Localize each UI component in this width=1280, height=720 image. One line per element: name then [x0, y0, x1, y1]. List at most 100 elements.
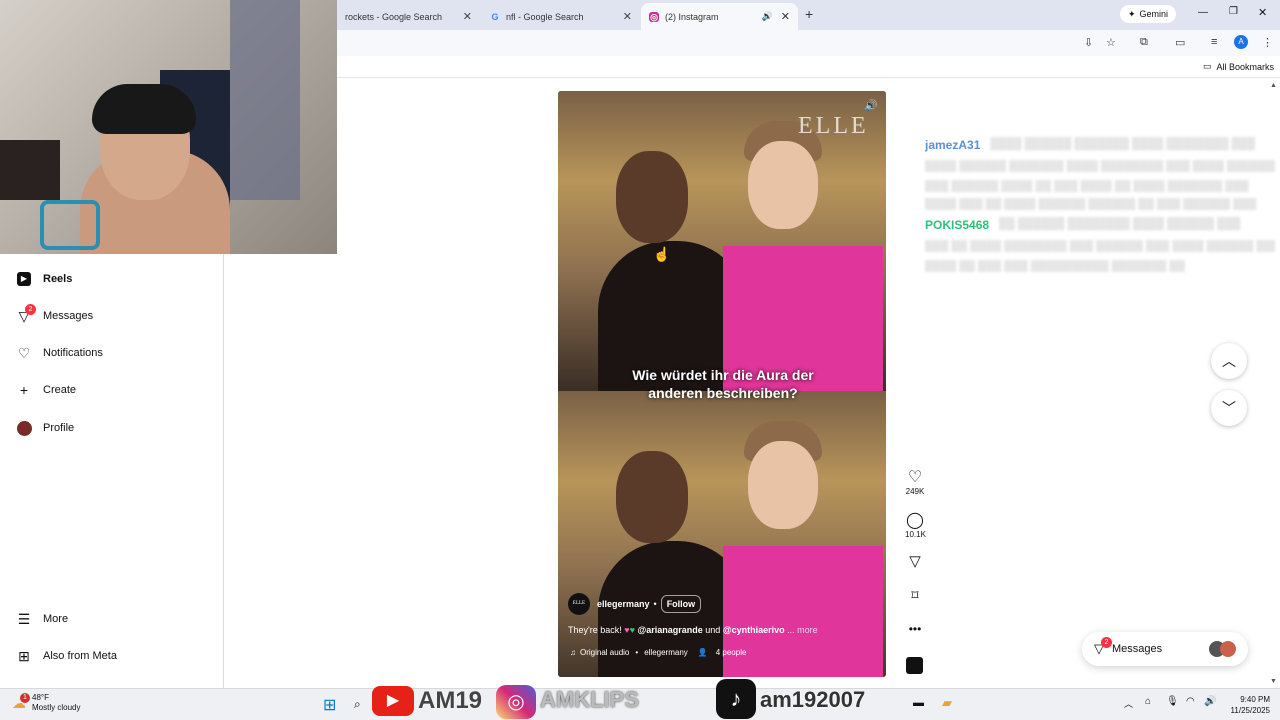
mouse-cursor-icon: ☝: [653, 246, 671, 262]
sidebar-item-notifications[interactable]: ♡ Notifications: [16, 345, 103, 361]
video-subtitle: Wie würdet ihr die Aura der anderen besc…: [598, 366, 848, 402]
audio-account[interactable]: ellegermany: [644, 648, 688, 657]
tagged-people[interactable]: 4 people: [716, 648, 747, 657]
maximize-icon[interactable]: ❐: [1229, 6, 1238, 17]
sidepanel-icon[interactable]: ▭: [1175, 36, 1185, 49]
bookmark-icon[interactable]: ⌑: [905, 587, 925, 604]
window-close-icon[interactable]: ✕: [1258, 6, 1267, 19]
tab-rockets-search[interactable]: rockets - Google Search ✕: [337, 3, 480, 30]
sidebar-item-label: Notifications: [43, 347, 103, 359]
wifi-icon[interactable]: ◠: [1186, 696, 1195, 707]
audio-label[interactable]: Original audio: [580, 648, 629, 657]
music-note-icon: ♫: [570, 648, 576, 657]
subtitle-line: Wie würdet ihr die Aura der: [632, 367, 814, 383]
caption-mention[interactable]: @cynthiaerivo: [723, 625, 785, 635]
sidebar-item-label: Reels: [43, 273, 73, 285]
tab-instagram[interactable]: ◎ (2) Instagram 🔊 ✕: [641, 3, 798, 30]
search-icon[interactable]: ⌕: [354, 697, 361, 712]
curtain: [230, 0, 300, 200]
person-right-head: [748, 441, 818, 529]
chat-message: POKIS5468 ██ ██████ ████████ ████ ██████…: [925, 218, 1275, 232]
messages-icon: ▽ 2: [16, 304, 36, 324]
sidebar-item-label: Also from Meta: [43, 650, 117, 662]
file-explorer-icon[interactable]: ▰: [942, 695, 952, 711]
chat-text-blurred: ████ ██ ███ ███ ██████████ ███████ ██: [925, 260, 1185, 272]
star-icon[interactable]: ☆: [1106, 36, 1116, 49]
audio-thumbnail[interactable]: [906, 657, 923, 674]
close-icon[interactable]: ✕: [463, 10, 472, 23]
caption-mention[interactable]: @arianagrande: [637, 625, 702, 635]
volume-icon[interactable]: 🔊: [1204, 696, 1216, 707]
heart-icon: ♡: [17, 344, 31, 361]
bonnet: [92, 84, 196, 134]
instagram-icon: ◎: [649, 11, 659, 22]
like-button[interactable]: ♡ 249K: [905, 467, 925, 496]
reel-account-row: ELLE ellegermany • Follow: [568, 593, 702, 615]
youtube-icon: ▶: [372, 686, 414, 716]
gemini-button[interactable]: ✦ Gemini: [1120, 5, 1177, 23]
profile-avatar[interactable]: A: [1234, 35, 1248, 49]
person-left-head: [616, 151, 688, 243]
reel-video[interactable]: ELLE 🔊 Wie würdet ihr die Aura der ander…: [558, 91, 886, 677]
messages-pill[interactable]: ▽ 2 Messages: [1082, 632, 1248, 666]
scroll-up-icon[interactable]: ▲: [1270, 82, 1277, 89]
instagram-icon: ◎: [496, 685, 536, 719]
scroll-down-icon[interactable]: ▼: [1270, 678, 1277, 685]
new-tab-icon[interactable]: +: [805, 6, 813, 22]
chat-text-blurred: ████ ███ ██ ████ ██████ ██████ ██ ███ ██…: [925, 198, 1257, 210]
follow-button[interactable]: Follow: [660, 595, 702, 613]
terminal-icon[interactable]: ▬: [913, 697, 924, 709]
chat-username: POKIS5468: [925, 218, 990, 232]
weather-widget[interactable]: ☁ 1 48°F Mostly cloudy: [12, 692, 81, 713]
reels-icon: ▶: [16, 271, 32, 287]
next-reel-button[interactable]: ﹀: [1211, 390, 1247, 426]
sidebar-item-profile[interactable]: Profile: [16, 420, 74, 436]
sidebar-item-more[interactable]: ☰ More: [16, 611, 68, 627]
notification-badge: 2: [1101, 637, 1112, 648]
more-options-icon[interactable]: •••: [905, 622, 925, 636]
tab-title: (2) Instagram: [665, 11, 719, 22]
sidebar-item-messages[interactable]: ▽ 2 Messages: [16, 304, 93, 324]
windows-start-icon[interactable]: ⊞: [323, 695, 336, 715]
speaker-icon[interactable]: 🔊: [762, 11, 773, 22]
separator-dot: •: [653, 599, 657, 609]
clock[interactable]: 9:40 PM 11/25/2025: [1222, 694, 1270, 716]
tab-nfl-search[interactable]: G nfl - Google Search ✕: [482, 3, 640, 30]
volume-icon[interactable]: 🔊: [864, 99, 878, 112]
messages-icon: ▽ 2: [1094, 637, 1112, 657]
sidebar-item-reels[interactable]: ▶ Reels: [16, 271, 72, 287]
google-icon: G: [491, 11, 499, 22]
avatar-stack: [1209, 641, 1236, 657]
media-icon[interactable]: ≡: [1211, 36, 1217, 48]
close-icon[interactable]: ✕: [781, 10, 790, 23]
caption-text: und: [705, 625, 721, 635]
account-name[interactable]: ellegermany: [597, 599, 650, 609]
sidebar-item-create[interactable]: + Create: [16, 382, 76, 398]
extensions-icon[interactable]: ⧉: [1140, 36, 1148, 49]
microphone-icon[interactable]: 🎙: [1166, 696, 1179, 707]
all-bookmarks-button[interactable]: ▭ All Bookmarks: [1203, 61, 1274, 72]
install-icon[interactable]: ⇩: [1084, 36, 1093, 49]
previous-reel-button[interactable]: ︿: [1211, 343, 1247, 379]
like-count: 249K: [905, 487, 925, 496]
account-avatar[interactable]: ELLE: [568, 593, 590, 615]
nightstand: [0, 140, 60, 200]
chat-text-blurred: ███ ██████ ████ ██ ███ ████ ██ ████ ████…: [925, 180, 1249, 192]
all-bookmarks-label: All Bookmarks: [1216, 61, 1275, 72]
kebab-menu-icon[interactable]: ⋮: [1262, 36, 1273, 49]
caption-more-link[interactable]: ... more: [787, 625, 818, 635]
folder-icon: ▭: [1203, 61, 1212, 71]
share-icon[interactable]: ▽: [905, 552, 925, 570]
heart-icon: ♡: [907, 469, 923, 486]
tab-title: nfl - Google Search: [506, 11, 584, 22]
minimize-icon[interactable]: —: [1198, 7, 1208, 18]
chevron-up-icon[interactable]: ︿: [1124, 697, 1133, 710]
stream-overlay-text: AMKLIPS: [540, 687, 639, 712]
close-icon[interactable]: ✕: [623, 10, 632, 23]
weather-desc: Mostly cloudy: [32, 703, 81, 712]
network-icon[interactable]: ⌂: [1145, 696, 1151, 707]
sidebar-item-also-from-meta[interactable]: ⊞ Also from Meta: [16, 648, 117, 664]
green-heart-icon: ♥: [629, 625, 635, 635]
comment-button[interactable]: ◯ 10.1K: [905, 510, 926, 539]
clock-time: 9:40 PM: [1240, 695, 1270, 704]
